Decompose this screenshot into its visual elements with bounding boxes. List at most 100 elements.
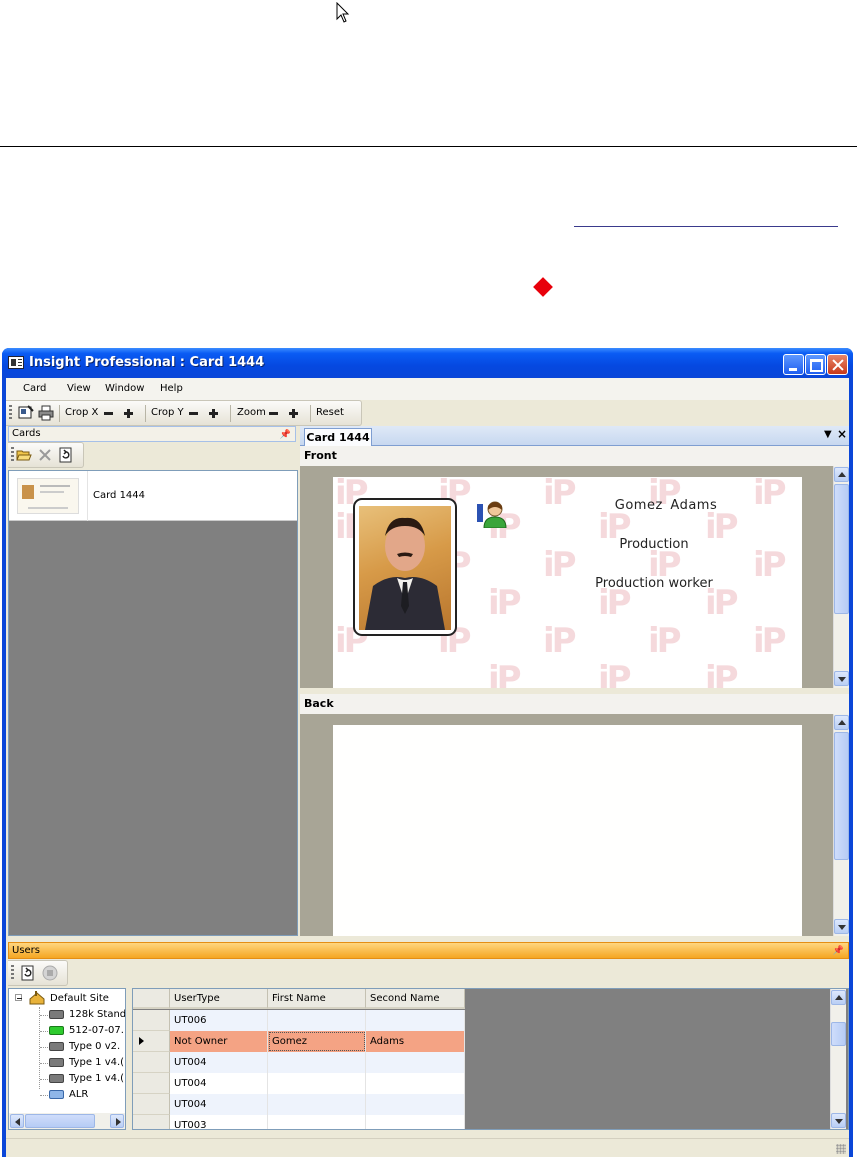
row-selector[interactable] bbox=[133, 1031, 170, 1052]
refresh-icon[interactable] bbox=[58, 447, 74, 463]
cell-second-name[interactable] bbox=[366, 1052, 465, 1073]
zoom-in-button[interactable] bbox=[289, 409, 298, 418]
tree-horizontal-scrollbar[interactable] bbox=[9, 1113, 125, 1129]
scroll-down-button[interactable] bbox=[834, 919, 849, 934]
cards-panel-header[interactable]: Cards 📌 bbox=[8, 426, 296, 442]
table-row[interactable]: UT003 bbox=[133, 1115, 465, 1129]
column-header-second-name[interactable]: Second Name bbox=[366, 989, 465, 1009]
refresh-icon[interactable] bbox=[20, 965, 36, 981]
scroll-left-button[interactable] bbox=[10, 1114, 24, 1128]
toolbar-grip[interactable] bbox=[9, 405, 12, 421]
watermark: iP bbox=[705, 659, 739, 688]
cell-second-name[interactable] bbox=[366, 1073, 465, 1094]
scroll-right-button[interactable] bbox=[110, 1114, 124, 1128]
print-icon[interactable] bbox=[38, 405, 54, 421]
underline-link[interactable] bbox=[574, 226, 838, 227]
cell-usertype[interactable]: UT004 bbox=[170, 1052, 268, 1073]
scroll-down-button[interactable] bbox=[831, 1113, 846, 1128]
scroll-up-button[interactable] bbox=[834, 467, 849, 482]
tree-node-root[interactable]: Default Site bbox=[9, 991, 125, 1007]
cell-second-name[interactable] bbox=[366, 1115, 465, 1129]
cell-first-name[interactable] bbox=[268, 1073, 366, 1094]
toolbar-grip[interactable] bbox=[11, 447, 14, 463]
delete-icon[interactable] bbox=[37, 447, 53, 463]
tree-node[interactable]: 512-07-07. bbox=[9, 1023, 125, 1039]
back-vertical-scrollbar[interactable] bbox=[833, 714, 849, 936]
cell-usertype[interactable]: Not Owner bbox=[170, 1031, 268, 1052]
scroll-thumb[interactable] bbox=[834, 732, 849, 860]
menu-card[interactable]: Card bbox=[16, 378, 53, 400]
row-selector[interactable] bbox=[133, 1115, 170, 1129]
cell-usertype[interactable]: UT004 bbox=[170, 1073, 268, 1094]
maximize-button[interactable] bbox=[805, 354, 826, 375]
cell-first-name[interactable] bbox=[268, 1052, 366, 1073]
tree-node[interactable]: Type 0 v2. bbox=[9, 1039, 125, 1055]
scroll-down-button[interactable] bbox=[834, 671, 849, 686]
grid-vertical-scrollbar[interactable] bbox=[830, 989, 846, 1129]
table-row[interactable]: UT006 bbox=[133, 1010, 465, 1031]
zoom-out-button[interactable] bbox=[269, 412, 278, 415]
resize-grip-icon[interactable] bbox=[836, 1144, 846, 1154]
cell-first-name[interactable] bbox=[268, 1094, 366, 1115]
card-role: Production worker bbox=[595, 576, 713, 591]
list-item[interactable]: Card 1444 bbox=[9, 471, 297, 521]
users-panel-header[interactable]: Users 📌 bbox=[8, 942, 849, 959]
toolbar-grip[interactable] bbox=[11, 965, 14, 981]
cell-second-name[interactable] bbox=[366, 1010, 465, 1031]
crop-y-minus-button[interactable] bbox=[189, 412, 198, 415]
pin-icon[interactable]: 📌 bbox=[833, 944, 844, 959]
watermark: iP bbox=[753, 621, 787, 661]
site-tree: Default Site 128k Stand 512-07-07. Type … bbox=[8, 988, 126, 1130]
tree-node-label: ALR bbox=[69, 1089, 89, 1100]
scroll-thumb[interactable] bbox=[25, 1114, 95, 1128]
cell-first-name[interactable] bbox=[268, 1010, 366, 1031]
row-selector[interactable] bbox=[133, 1073, 170, 1094]
menu-window[interactable]: Window bbox=[98, 378, 151, 400]
row-selector[interactable] bbox=[133, 1052, 170, 1073]
cell-first-name[interactable] bbox=[268, 1115, 366, 1129]
menu-help[interactable]: Help bbox=[153, 378, 190, 400]
front-vertical-scrollbar[interactable] bbox=[833, 466, 849, 688]
crop-x-minus-button[interactable] bbox=[104, 412, 113, 415]
table-row[interactable]: UT004 bbox=[133, 1094, 465, 1115]
tab-list-dropdown-icon[interactable]: ▼ bbox=[824, 429, 832, 440]
open-folder-icon[interactable] bbox=[16, 447, 32, 463]
table-row-selected[interactable]: Not Owner Gomez Adams bbox=[133, 1031, 465, 1052]
tab-card-1444[interactable]: Card 1444 bbox=[304, 428, 372, 447]
cell-usertype[interactable]: UT004 bbox=[170, 1094, 268, 1115]
stop-icon[interactable] bbox=[42, 965, 58, 981]
crop-x-plus-button[interactable] bbox=[124, 409, 133, 418]
scroll-thumb[interactable] bbox=[834, 484, 849, 614]
scroll-thumb[interactable] bbox=[831, 1022, 846, 1046]
title-bar[interactable]: Insight Professional : Card 1444 bbox=[2, 348, 853, 378]
close-document-icon[interactable]: × bbox=[837, 427, 847, 441]
cell-usertype[interactable]: UT006 bbox=[170, 1010, 268, 1031]
minimize-button[interactable] bbox=[783, 354, 804, 375]
tree-node[interactable]: Type 1 v4.( bbox=[9, 1055, 125, 1071]
column-header-first-name[interactable]: First Name bbox=[268, 989, 366, 1009]
cell-second-name[interactable]: Adams bbox=[366, 1031, 465, 1052]
row-selector[interactable] bbox=[133, 1010, 170, 1031]
tree-node[interactable]: 128k Stand bbox=[9, 1007, 125, 1023]
scroll-up-button[interactable] bbox=[831, 990, 846, 1005]
tree-node[interactable]: Type 1 v4.( bbox=[9, 1071, 125, 1087]
column-header-usertype[interactable]: UserType bbox=[170, 989, 268, 1009]
menu-view[interactable]: View bbox=[60, 378, 98, 400]
close-button[interactable] bbox=[827, 354, 848, 375]
table-row[interactable]: UT004 bbox=[133, 1073, 465, 1094]
cell-first-name[interactable]: Gomez bbox=[268, 1031, 366, 1052]
scroll-up-button[interactable] bbox=[834, 715, 849, 730]
reset-button[interactable]: Reset bbox=[316, 407, 344, 418]
cell-usertype[interactable]: UT003 bbox=[170, 1115, 268, 1129]
card-back-canvas bbox=[333, 725, 802, 936]
collapse-icon[interactable] bbox=[15, 994, 22, 1001]
tree-node[interactable]: ALR bbox=[9, 1087, 125, 1103]
table-row[interactable]: UT004 bbox=[133, 1052, 465, 1073]
pin-icon[interactable]: 📌 bbox=[280, 428, 291, 442]
row-selector[interactable] bbox=[133, 1094, 170, 1115]
card-department: Production bbox=[619, 537, 689, 552]
card-view-icon[interactable] bbox=[18, 405, 34, 421]
cell-second-name[interactable] bbox=[366, 1094, 465, 1115]
tree-node-label: Type 1 v4.( bbox=[69, 1073, 125, 1084]
crop-y-plus-button[interactable] bbox=[209, 409, 218, 418]
